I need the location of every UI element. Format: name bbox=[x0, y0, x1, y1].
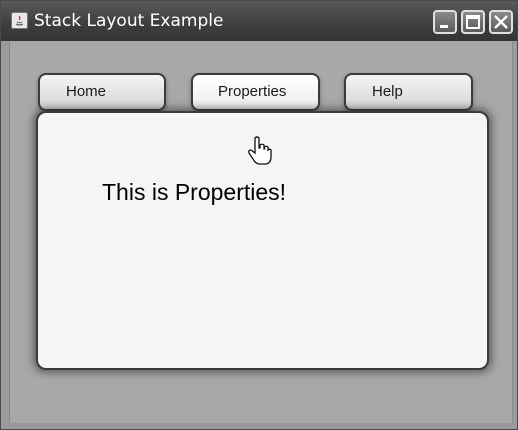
window-title: Stack Layout Example bbox=[34, 11, 224, 31]
client-area: Home Properties Help This is Properties! bbox=[9, 41, 513, 423]
close-button[interactable] bbox=[489, 10, 513, 34]
tab-help-label: Help bbox=[372, 83, 403, 100]
app-window: Stack Layout Example Home Properties Hel… bbox=[0, 0, 518, 430]
tab-home-label: Home bbox=[66, 83, 107, 100]
close-icon bbox=[494, 15, 508, 29]
title-bar[interactable]: Stack Layout Example bbox=[1, 1, 517, 41]
minimize-button[interactable] bbox=[433, 10, 457, 34]
tab-help[interactable]: Help bbox=[344, 73, 473, 111]
java-app-icon bbox=[11, 12, 28, 29]
tab-properties-label: Properties bbox=[218, 83, 287, 100]
minimize-icon bbox=[440, 25, 448, 28]
maximize-icon bbox=[466, 15, 480, 29]
maximize-button[interactable] bbox=[461, 10, 485, 34]
tab-properties[interactable]: Properties bbox=[191, 73, 320, 111]
tab-home[interactable]: Home bbox=[38, 73, 166, 111]
hand-cursor-icon bbox=[248, 136, 272, 165]
panel-message: This is Properties! bbox=[102, 179, 287, 205]
